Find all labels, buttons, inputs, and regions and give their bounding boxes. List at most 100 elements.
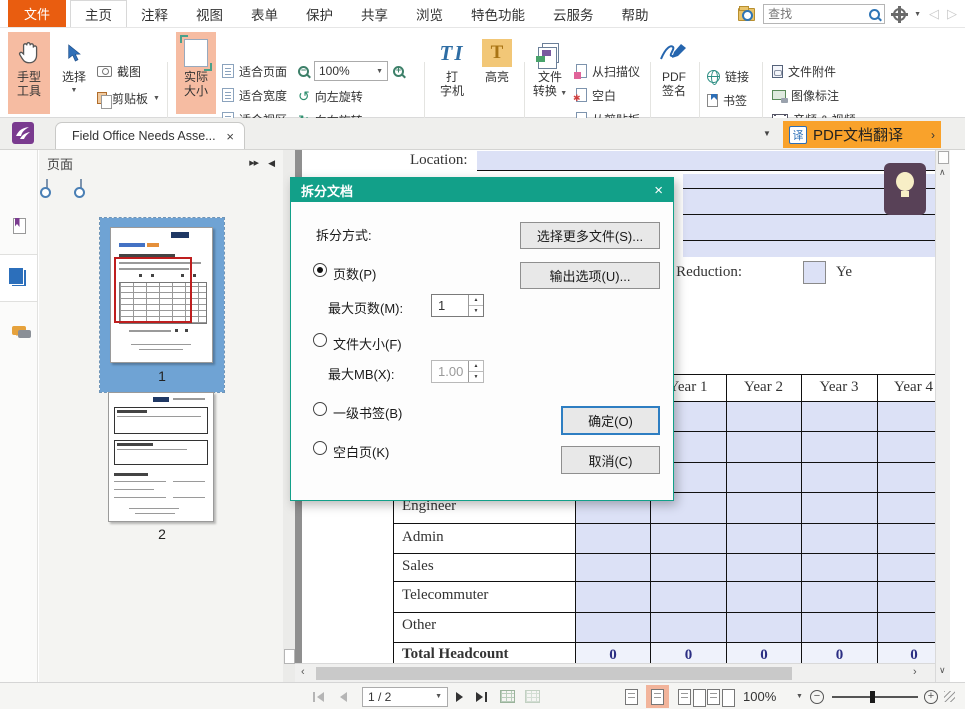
bookmark-button[interactable]: 书签 <box>707 90 747 110</box>
output-options-button[interactable]: 输出选项(U)... <box>520 262 660 289</box>
highlight-button[interactable]: T 高亮 <box>476 32 518 114</box>
total-value[interactable]: 0 <box>727 647 801 664</box>
radio-page-count[interactable] <box>313 263 327 277</box>
vertical-scrollbar[interactable]: ∧ ∨ <box>935 150 950 682</box>
location-field[interactable] <box>477 151 943 171</box>
scroll-up-icon[interactable]: ∧ <box>939 167 946 178</box>
tab-home[interactable]: 主页 <box>70 0 127 27</box>
zoom-out-button[interactable]: − <box>810 683 824 709</box>
tab-protect[interactable]: 保护 <box>292 0 347 27</box>
zoom-slider-handle[interactable] <box>870 691 875 703</box>
nav-forward-icon[interactable]: ▷ <box>947 6 957 22</box>
tab-features[interactable]: 特色功能 <box>457 0 539 27</box>
spin-down-icon[interactable]: ▼ <box>469 306 483 316</box>
file-convert-button[interactable]: 文件 转换 ▼ <box>528 32 572 114</box>
next-view-button[interactable] <box>525 683 540 709</box>
last-page-button[interactable] <box>476 683 487 709</box>
panel-collapse-icon[interactable]: ◀ <box>268 158 275 169</box>
page-number-combobox[interactable]: 1 / 2▼ <box>362 683 448 709</box>
horizontal-scroll-thumb[interactable] <box>316 667 792 680</box>
page-thumbnail-1[interactable]: 1 <box>100 218 224 392</box>
zoom-in-button[interactable]: + <box>924 683 938 709</box>
link-button[interactable]: 链接 <box>707 66 749 86</box>
zoom-caret[interactable]: ▼ <box>796 683 803 709</box>
total-value[interactable]: 0 <box>802 647 877 664</box>
app-logo-icon[interactable] <box>12 122 34 144</box>
previous-page-button[interactable] <box>340 683 347 709</box>
total-value[interactable]: 0 <box>651 647 726 664</box>
comments-panel-button[interactable] <box>0 306 38 354</box>
horizontal-scrollbar[interactable]: ‹ › <box>295 663 935 682</box>
spin-up-icon[interactable]: ▲ <box>469 295 483 306</box>
image-annotation-button[interactable]: 图像标注 <box>772 85 839 105</box>
bookmarks-panel-button[interactable] <box>0 202 38 250</box>
advanced-search-icon[interactable] <box>738 8 755 21</box>
radio-blank-page[interactable] <box>313 441 327 455</box>
dialog-close-icon[interactable]: × <box>654 182 663 199</box>
zoom-level-combobox[interactable]: 100% ▼ <box>314 61 388 81</box>
pdf-sign-button[interactable]: PDF 签名 <box>653 32 695 114</box>
thumbnail-zoom-out-button[interactable] <box>80 180 97 198</box>
resize-grip[interactable] <box>944 683 955 709</box>
hand-tool-button[interactable]: 手型 工具 <box>8 32 50 114</box>
continuous-view-button[interactable] <box>646 683 669 709</box>
zoom-out-icon[interactable]: − <box>298 66 309 77</box>
gear-caret-icon[interactable]: ▼ <box>914 11 921 18</box>
first-page-button[interactable] <box>313 683 324 709</box>
select-more-files-button[interactable]: 选择更多文件(S)... <box>520 222 660 249</box>
single-page-view-button[interactable] <box>620 683 643 709</box>
dialog-title-bar[interactable]: 拆分文档 × <box>291 178 673 202</box>
tab-view[interactable]: 视图 <box>182 0 237 27</box>
next-page-button[interactable] <box>456 683 463 709</box>
nav-back-icon[interactable]: ◁ <box>929 6 939 22</box>
search-icon[interactable] <box>869 9 880 20</box>
fit-width-button[interactable]: 适合宽度 <box>222 85 287 105</box>
scroll-right-icon[interactable]: › <box>913 666 917 678</box>
fit-page-button[interactable]: 适合页面 <box>222 61 287 81</box>
select-tool-button[interactable]: 选择 ▼ <box>54 32 94 114</box>
zoom-slider[interactable] <box>832 683 918 709</box>
tab-browse[interactable]: 浏览 <box>402 0 457 27</box>
previous-view-button[interactable] <box>500 683 515 709</box>
search-box[interactable] <box>763 4 885 24</box>
snapshot-button[interactable]: 截图 <box>97 61 141 81</box>
page-thumbnail-2[interactable]: 2 <box>108 392 216 524</box>
tab-form[interactable]: 表单 <box>237 0 292 27</box>
facing-view-button[interactable] <box>673 683 696 709</box>
typewriter-button[interactable]: TI 打 字机 <box>432 32 472 114</box>
tab-help[interactable]: 帮助 <box>608 0 663 27</box>
vertical-scroll-thumb[interactable] <box>938 151 949 164</box>
total-value[interactable]: 0 <box>576 647 650 664</box>
tab-comment[interactable]: 注释 <box>127 0 182 27</box>
scroll-down-icon[interactable]: ∨ <box>939 665 946 676</box>
scroll-left-icon[interactable]: ‹ <box>301 666 305 678</box>
pages-panel-button[interactable] <box>0 254 38 302</box>
tab-cloud[interactable]: 云服务 <box>539 0 608 27</box>
tab-share[interactable]: 共享 <box>347 0 402 27</box>
rotate-left-button[interactable]: ↺ 向左旋转 <box>298 86 363 106</box>
document-tab[interactable]: Field Office Needs Asse... × <box>55 122 245 149</box>
zoom-in-icon[interactable]: + <box>393 66 404 77</box>
ok-button[interactable]: 确定(O) <box>561 406 660 435</box>
search-input[interactable] <box>768 7 865 21</box>
tabbar-caret-icon[interactable]: ▼ <box>763 129 771 138</box>
pdf-translate-button[interactable]: 译 PDF文档翻译 › <box>783 121 941 148</box>
from-scanner-button[interactable]: 从扫描仪 <box>576 61 640 81</box>
blank-page-button[interactable]: 空白 <box>576 85 616 105</box>
actual-size-button[interactable]: 实际 大小 <box>176 32 216 114</box>
radio-file-size[interactable] <box>313 333 327 347</box>
thumbnail-zoom-in-button[interactable] <box>46 180 63 198</box>
clipboard-button[interactable]: 剪贴板 ▼ <box>97 88 160 108</box>
file-menu-button[interactable]: 文件 <box>8 0 66 27</box>
tip-lightbulb-button[interactable] <box>884 163 926 215</box>
file-attachment-button[interactable]: 文件附件 <box>772 61 836 81</box>
continuous-facing-view-button[interactable] <box>702 683 725 709</box>
headcount-yes-checkbox[interactable] <box>803 261 826 284</box>
max-pages-spinner[interactable]: 1 ▲▼ <box>431 294 484 317</box>
panel-scroll-stub[interactable] <box>284 649 295 664</box>
panel-expand-icon[interactable]: ▶▶ <box>249 159 258 167</box>
cancel-button[interactable]: 取消(C) <box>561 446 660 474</box>
tab-close-icon[interactable]: × <box>226 129 234 144</box>
gear-icon[interactable] <box>893 8 906 21</box>
radio-top-bookmarks[interactable] <box>313 402 327 416</box>
